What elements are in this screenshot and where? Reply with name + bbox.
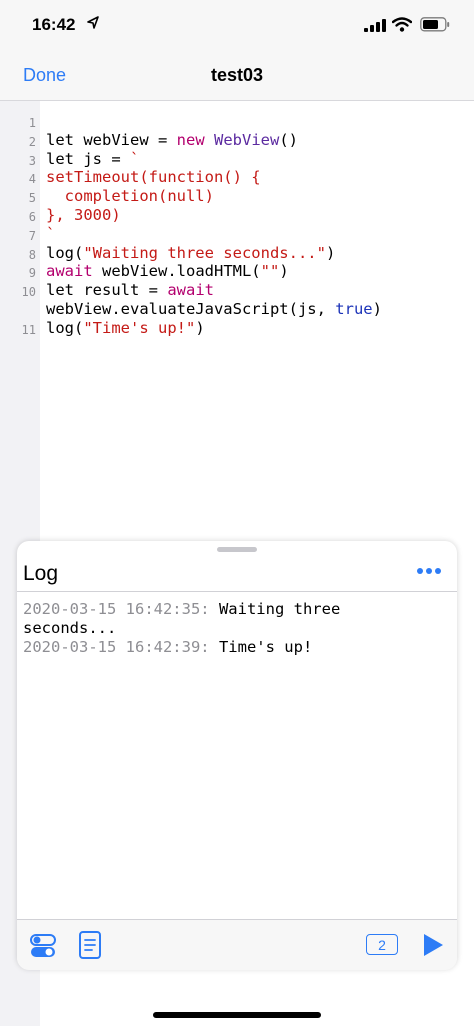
line-number: 6 [28, 210, 36, 224]
page-title: test03 [210, 65, 264, 85]
code-token: setTimeout(function() { [46, 168, 261, 187]
code-line: setTimeout(function() { [46, 168, 261, 187]
log-timestamp: 2020-03-15 16:42:35: [23, 600, 210, 618]
code-token: "Time's up!" [83, 318, 196, 337]
line-number: 9 [28, 266, 36, 281]
cellular-signal-icon [364, 19, 386, 32]
code-token: webView.loadHTML( [92, 262, 261, 281]
navigation-bar: Done test03 [0, 52, 474, 101]
code-line: log("Waiting three seconds...") [46, 244, 335, 263]
line-number: 5 [28, 191, 36, 206]
code-line: completion(null) [46, 187, 214, 206]
code-line: let result = await [46, 281, 214, 300]
log-message: Waiting three [209, 600, 341, 618]
play-icon[interactable] [422, 933, 444, 957]
log-entry: seconds... [23, 619, 116, 638]
line-number: 3 [28, 153, 36, 168]
code-token: ` [130, 149, 140, 168]
log-entry: 2020-03-15 16:42:35: Waiting three [23, 600, 340, 619]
status-time: 16:42 [32, 15, 76, 34]
location-arrow-icon [87, 16, 99, 29]
code-token: "" [260, 262, 280, 281]
battery-icon [420, 17, 450, 32]
document-icon[interactable] [79, 931, 101, 959]
code-token: let webView = [46, 130, 177, 149]
code-token: log( [46, 243, 84, 262]
code-token: () [279, 130, 298, 149]
code-token: "Waiting three seconds..." [83, 243, 326, 262]
panel-grabber[interactable] [217, 547, 257, 552]
code-token: log( [46, 318, 84, 337]
code-line: log("Time's up!") [46, 319, 205, 338]
code-token: true [335, 300, 373, 318]
code-token: ) [372, 300, 382, 318]
line-number: 2 [28, 134, 36, 149]
status-bar: 16:42 [0, 0, 474, 52]
more-options-icon[interactable] [417, 568, 445, 576]
log-output: 2020-03-15 16:42:35: Waiting three second… [17, 592, 457, 918]
line-number: 7 [28, 228, 36, 243]
code-line: let js = ` [46, 150, 139, 169]
code-line: await webView.loadHTML("") [46, 262, 289, 281]
home-indicator [153, 1012, 321, 1018]
log-title: Log [23, 562, 59, 585]
code-line: let webView = new WebView() [46, 131, 298, 150]
log-toolbar: 2 [17, 919, 457, 970]
code-token: ` [46, 224, 56, 243]
line-number: 10 [21, 285, 36, 300]
log-entry: 2020-03-15 16:42:39: Time's up! [23, 638, 312, 657]
code-token: ) [195, 318, 205, 337]
toggles-icon[interactable] [30, 933, 56, 959]
wifi-icon [392, 17, 412, 32]
line-number: 11 [21, 322, 36, 337]
code-token: WebView [214, 130, 280, 149]
log-panel: Log 2020-03-15 16:42:35: Waiting three se… [17, 541, 457, 970]
code-line: }, 3000) [46, 206, 121, 225]
code-token: }, 3000) [46, 206, 121, 224]
code-token: ) [279, 262, 289, 281]
code-token: new [176, 130, 205, 149]
code-token: webView.evaluateJavaScript(js, [46, 300, 336, 318]
code-token: await [167, 281, 214, 300]
code-line: ` [46, 225, 55, 244]
line-number: 1 [28, 116, 36, 130]
log-message: seconds... [23, 619, 117, 637]
log-message: Time's up! [209, 638, 313, 656]
line-number: 4 [28, 172, 36, 187]
code-token: await [46, 262, 93, 281]
line-number: 8 [28, 247, 36, 262]
code-token: let result = [46, 281, 168, 300]
code-token: ) [325, 243, 336, 262]
log-timestamp: 2020-03-15 16:42:39: [23, 638, 210, 656]
code-token: completion(null) [46, 187, 214, 206]
code-line: webView.evaluateJavaScript(js, true) [46, 300, 382, 319]
log-count-badge[interactable]: 2 [366, 934, 398, 955]
code-token: let js = [46, 149, 130, 168]
